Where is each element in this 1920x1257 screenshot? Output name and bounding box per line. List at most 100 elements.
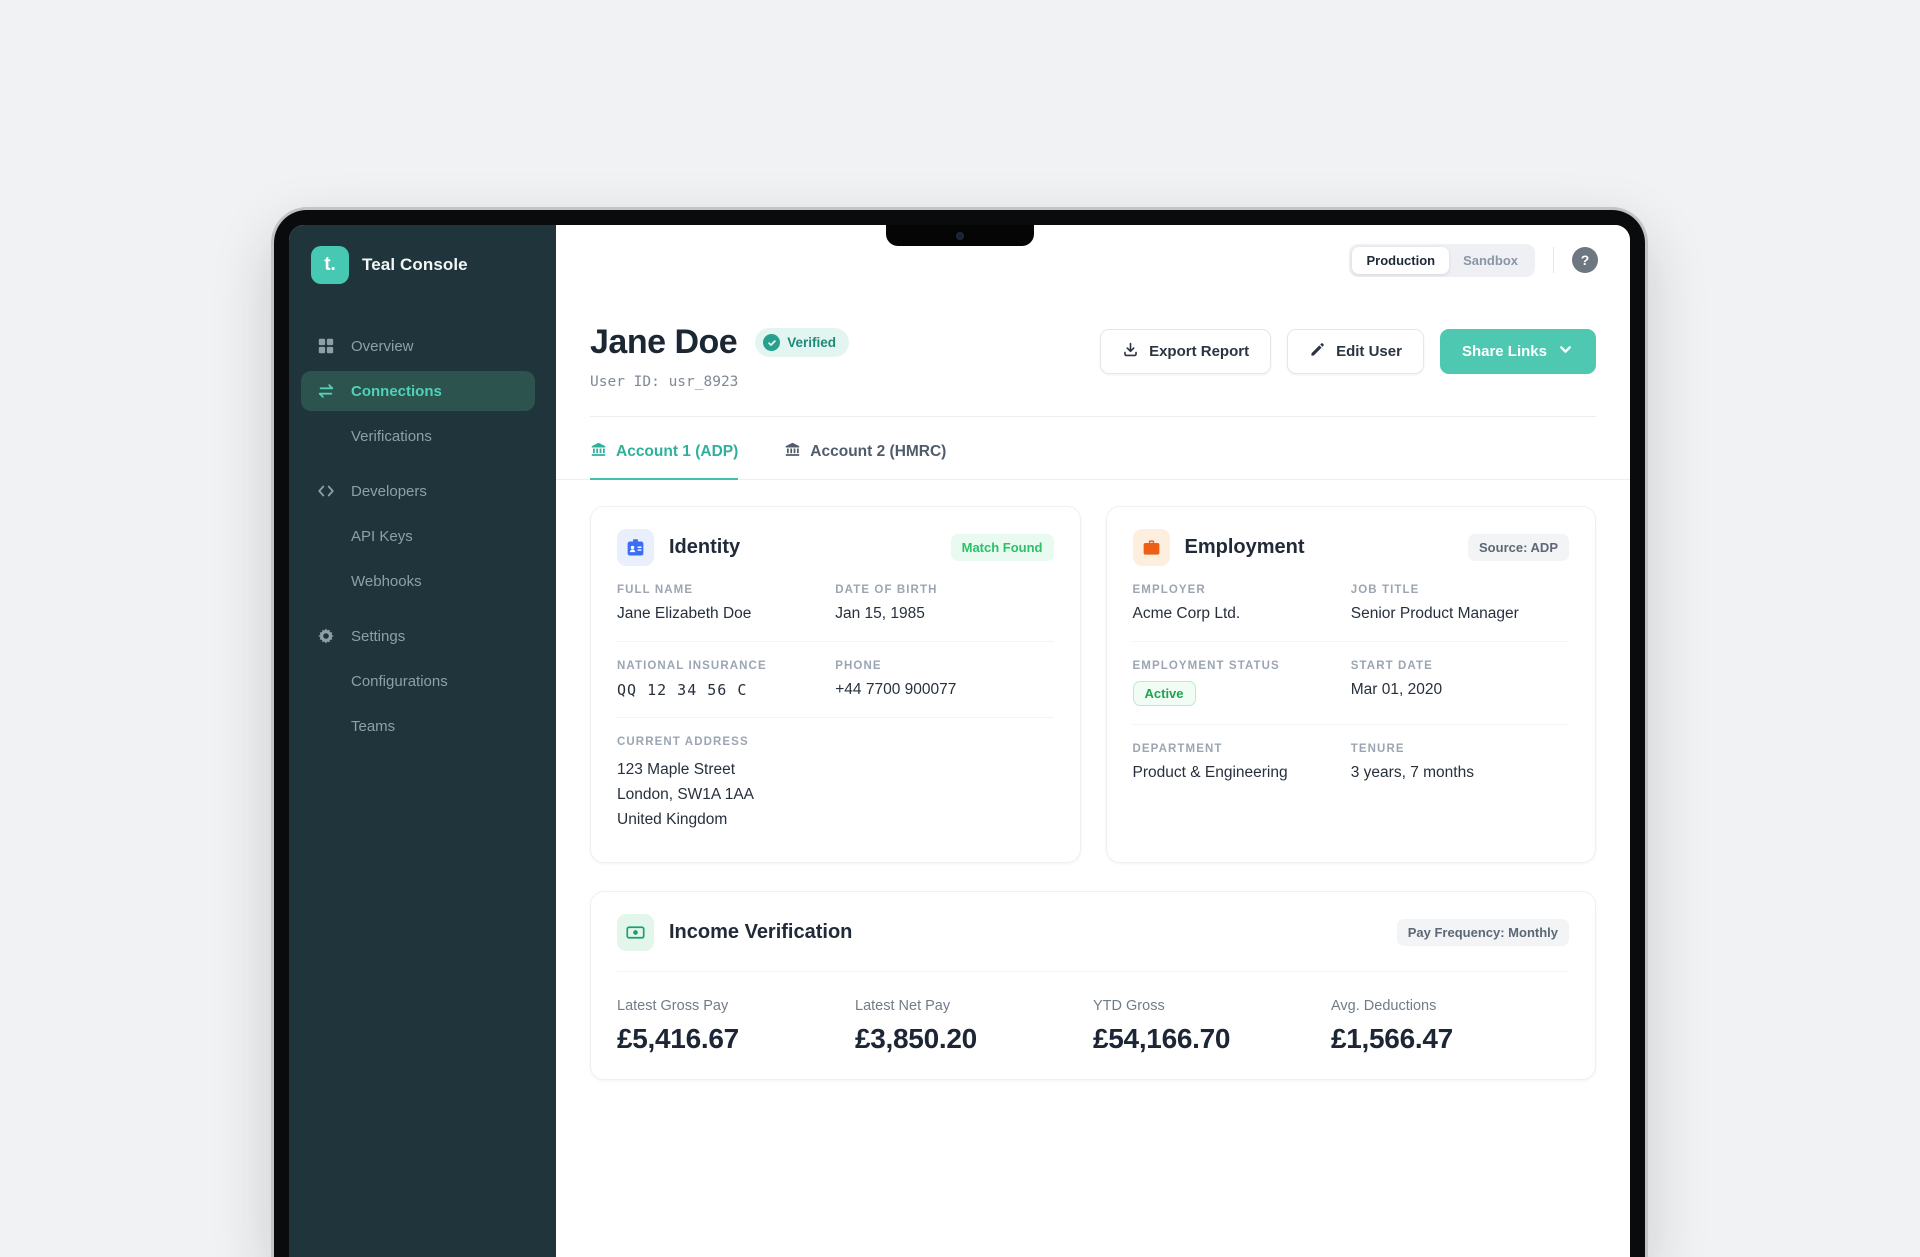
account-tabs: Account 1 (ADP) Account 2 (HMRC) [556, 441, 1630, 480]
check-circle-icon [763, 334, 780, 351]
gear-icon [317, 627, 335, 645]
environment-toggle: Production Sandbox [1349, 244, 1535, 277]
banknote-icon [617, 914, 654, 951]
field-label: FULL NAME [617, 584, 835, 596]
user-header: Jane Doe Verified User ID: usr_8923 [556, 283, 1630, 390]
identity-card-title: Identity [669, 536, 740, 559]
stat-avg-deductions: Avg. Deductions £1,566.47 [1331, 998, 1569, 1055]
address-line: London, SW1A 1AA [617, 782, 835, 807]
field-employer: EMPLOYER Acme Corp Ltd. [1133, 584, 1351, 623]
stat-label: Latest Net Pay [855, 998, 1093, 1014]
field-value: Jane Elizabeth Doe [617, 605, 835, 623]
income-stats: Latest Gross Pay £5,416.67 Latest Net Pa… [617, 972, 1569, 1055]
sidebar-nav: Overview Connections Verifications Devel… [289, 326, 556, 751]
employment-card: Employment Source: ADP EMPLOYER Acme Cor… [1106, 506, 1597, 863]
share-links-button[interactable]: Share Links [1440, 329, 1596, 374]
app-name: Teal Console [362, 255, 468, 275]
sidebar-item-api-keys[interactable]: API Keys [301, 516, 535, 556]
briefcase-icon [1133, 529, 1170, 566]
sidebar-item-verifications[interactable]: Verifications [301, 416, 535, 456]
brand: t. Teal Console [289, 246, 556, 284]
chevron-down-icon [1557, 341, 1574, 362]
field-label: JOB TITLE [1351, 584, 1569, 596]
field-value: Acme Corp Ltd. [1133, 605, 1351, 623]
income-verification-card: Income Verification Pay Frequency: Month… [590, 891, 1596, 1080]
field-label: EMPLOYMENT STATUS [1133, 660, 1351, 672]
field-phone: PHONE +44 7700 900077 [835, 660, 1053, 699]
sidebar-item-label: Configurations [351, 673, 448, 690]
sidebar-item-label: Developers [351, 483, 427, 500]
help-icon[interactable]: ? [1572, 247, 1598, 273]
sidebar-item-settings[interactable]: Settings [301, 616, 535, 656]
tab-account-2-hmrc[interactable]: Account 2 (HMRC) [784, 441, 946, 480]
bank-icon [590, 441, 607, 463]
address-line: 123 Maple Street [617, 757, 835, 782]
field-start-date: START DATE Mar 01, 2020 [1351, 660, 1569, 706]
topbar-divider [1553, 247, 1554, 273]
identity-card: Identity Match Found FULL NAME Jane Eliz… [590, 506, 1081, 863]
source-badge: Source: ADP [1468, 534, 1569, 561]
sidebar-item-teams[interactable]: Teams [301, 706, 535, 746]
stat-value: £54,166.70 [1093, 1023, 1331, 1055]
match-found-badge: Match Found [951, 534, 1054, 561]
stat-ytd-gross: YTD Gross £54,166.70 [1093, 998, 1331, 1055]
export-report-label: Export Report [1149, 343, 1249, 360]
field-label: NATIONAL INSURANCE [617, 660, 835, 672]
app-window: t. Teal Console Overview Connections [289, 225, 1630, 1257]
field-tenure: TENURE 3 years, 7 months [1351, 743, 1569, 782]
bank-icon [784, 441, 801, 463]
sidebar-item-connections[interactable]: Connections [301, 371, 535, 411]
stat-value: £1,566.47 [1331, 1023, 1569, 1055]
field-value: Product & Engineering [1133, 764, 1351, 782]
edit-user-label: Edit User [1336, 343, 1402, 360]
sidebar-item-label: Webhooks [351, 573, 422, 590]
stat-label: Avg. Deductions [1331, 998, 1569, 1014]
sidebar-item-configurations[interactable]: Configurations [301, 661, 535, 701]
field-value: +44 7700 900077 [835, 681, 1053, 699]
sidebar-item-label: Teams [351, 718, 395, 735]
field-value: Mar 01, 2020 [1351, 681, 1569, 699]
code-icon [317, 482, 335, 500]
field-date-of-birth: DATE OF BIRTH Jan 15, 1985 [835, 584, 1053, 623]
tab-label: Account 2 (HMRC) [810, 443, 946, 461]
employment-card-title: Employment [1185, 536, 1305, 559]
main-content: Production Sandbox ? Jane Doe Verified [556, 225, 1630, 1257]
field-label: DATE OF BIRTH [835, 584, 1053, 596]
field-national-insurance: NATIONAL INSURANCE QQ 12 34 56 C [617, 660, 835, 699]
sidebar-item-overview[interactable]: Overview [301, 326, 535, 366]
env-sandbox-button[interactable]: Sandbox [1449, 247, 1532, 274]
user-header-left: Jane Doe Verified User ID: usr_8923 [590, 323, 849, 390]
app-logo: t. [311, 246, 349, 284]
laptop-frame: t. Teal Console Overview Connections [271, 207, 1648, 1257]
topbar: Production Sandbox ? [556, 225, 1630, 283]
field-department: DEPARTMENT Product & Engineering [1133, 743, 1351, 782]
user-id: User ID: usr_8923 [590, 374, 849, 390]
sidebar: t. Teal Console Overview Connections [289, 225, 556, 1257]
export-report-button[interactable]: Export Report [1100, 329, 1271, 374]
laptop-notch [886, 225, 1034, 246]
stat-latest-net-pay: Latest Net Pay £3,850.20 [855, 998, 1093, 1055]
pay-frequency-badge: Pay Frequency: Monthly [1397, 919, 1569, 946]
sidebar-item-developers[interactable]: Developers [301, 471, 535, 511]
stat-value: £5,416.67 [617, 1023, 855, 1055]
field-label: DEPARTMENT [1133, 743, 1351, 755]
stat-value: £3,850.20 [855, 1023, 1093, 1055]
stat-latest-gross-pay: Latest Gross Pay £5,416.67 [617, 998, 855, 1055]
transfer-arrows-icon [317, 382, 335, 400]
status-badge: Active [1133, 681, 1196, 706]
env-production-button[interactable]: Production [1352, 247, 1449, 274]
tab-label: Account 1 (ADP) [616, 443, 738, 461]
page-title: Jane Doe [590, 323, 737, 362]
sidebar-item-webhooks[interactable]: Webhooks [301, 561, 535, 601]
edit-user-button[interactable]: Edit User [1287, 329, 1424, 374]
share-links-label: Share Links [1462, 343, 1547, 360]
tab-account-1-adp[interactable]: Account 1 (ADP) [590, 441, 738, 480]
download-icon [1122, 341, 1139, 362]
field-value: Senior Product Manager [1351, 605, 1569, 623]
cards-row: Identity Match Found FULL NAME Jane Eliz… [556, 480, 1630, 863]
field-label: TENURE [1351, 743, 1569, 755]
field-label: PHONE [835, 660, 1053, 672]
field-label: EMPLOYER [1133, 584, 1351, 596]
sidebar-item-label: Verifications [351, 428, 432, 445]
field-value: 3 years, 7 months [1351, 764, 1569, 782]
